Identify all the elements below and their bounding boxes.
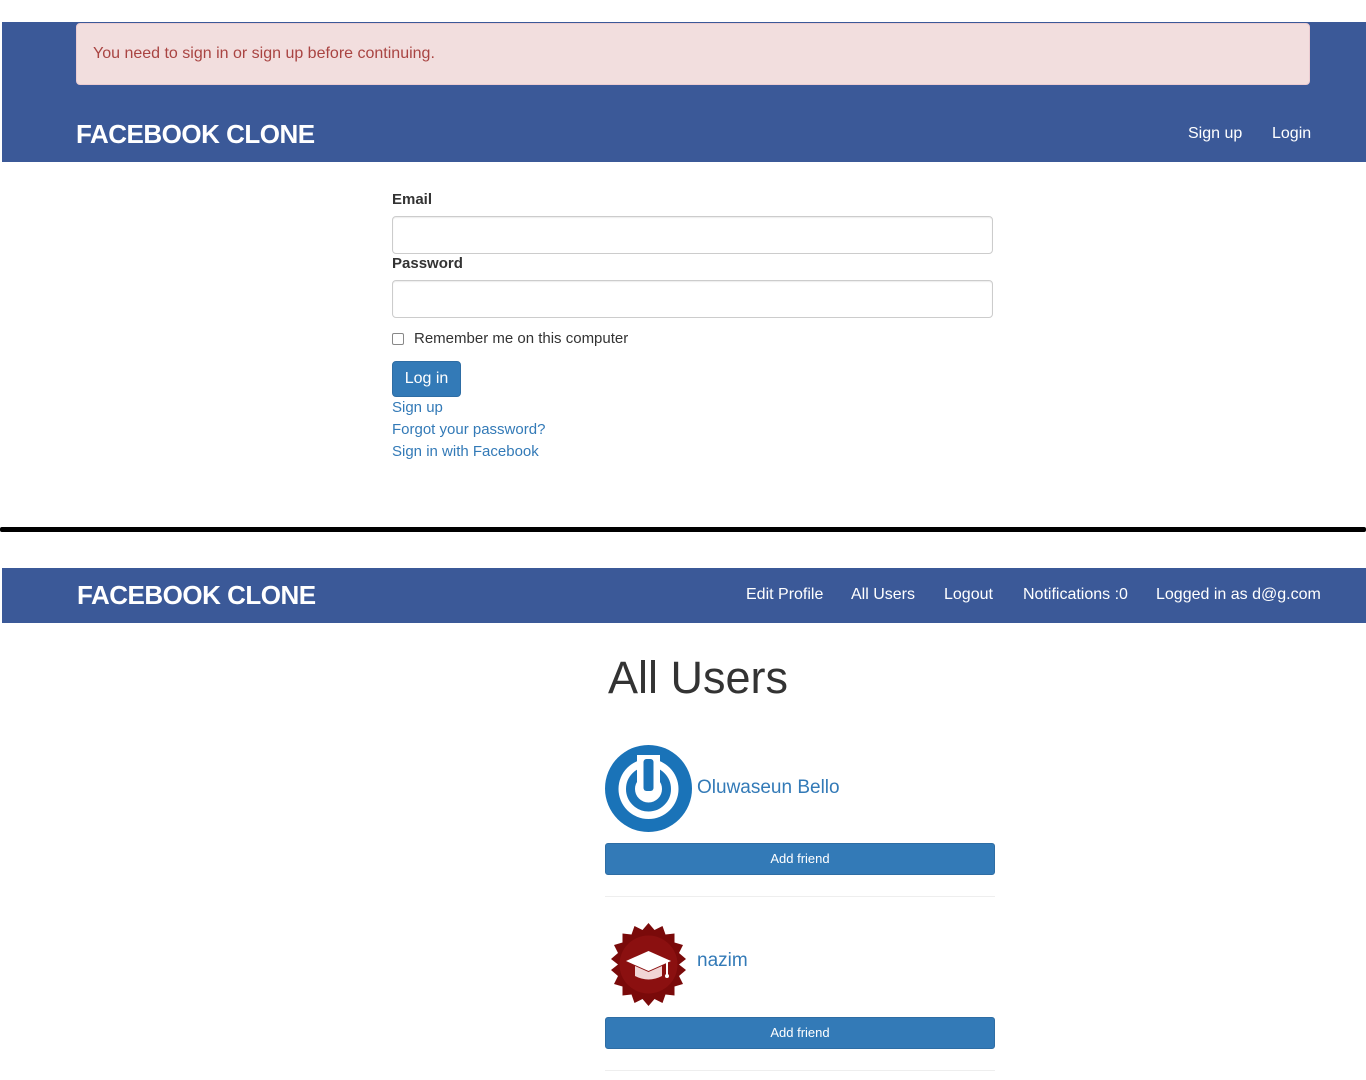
add-friend-button[interactable]: Add friend xyxy=(605,1017,995,1049)
power-logo-icon[interactable] xyxy=(605,745,692,832)
alert-message: You need to sign in or sign up before co… xyxy=(76,23,1310,85)
page-title: All Users xyxy=(608,652,789,703)
facebook-signin-link[interactable]: Sign in with Facebook xyxy=(392,443,539,460)
nav-logout-link[interactable]: Logout xyxy=(944,586,993,604)
forgot-password-link[interactable]: Forgot your password? xyxy=(392,421,545,438)
page-top-margin xyxy=(0,0,1366,22)
email-label: Email xyxy=(392,191,433,208)
nav-login-link[interactable]: Login xyxy=(1272,125,1311,143)
remember-me-checkbox[interactable] xyxy=(392,332,404,345)
brand-logo[interactable]: FACEBOOK CLONE xyxy=(77,580,316,611)
email-field[interactable] xyxy=(392,216,993,254)
user-name-link[interactable]: nazim xyxy=(697,950,748,972)
nav-notifications-link[interactable]: Notifications :0 xyxy=(1023,586,1128,604)
password-field[interactable] xyxy=(392,280,993,318)
nav-signup-link[interactable]: Sign up xyxy=(1188,125,1242,143)
graduation-cap-seal-icon[interactable] xyxy=(605,921,692,1008)
user-name-link[interactable]: Oluwaseun Bello xyxy=(697,777,840,799)
brand-logo[interactable]: FACEBOOK CLONE xyxy=(76,119,315,150)
add-friend-button[interactable]: Add friend xyxy=(605,843,995,875)
user-separator xyxy=(605,896,995,897)
logged-in-status: Logged in as d@g.com xyxy=(1156,586,1321,603)
signup-link[interactable]: Sign up xyxy=(392,399,443,416)
nav-edit-profile-link[interactable]: Edit Profile xyxy=(746,586,823,604)
password-label: Password xyxy=(392,255,463,272)
user-separator xyxy=(605,1070,995,1071)
remember-me-label: Remember me on this computer xyxy=(414,330,629,347)
nav-all-users-link[interactable]: All Users xyxy=(851,586,915,604)
remember-me: Remember me on this computer xyxy=(392,330,628,347)
screenshot-divider xyxy=(0,527,1366,532)
login-button[interactable]: Log in xyxy=(392,361,461,397)
